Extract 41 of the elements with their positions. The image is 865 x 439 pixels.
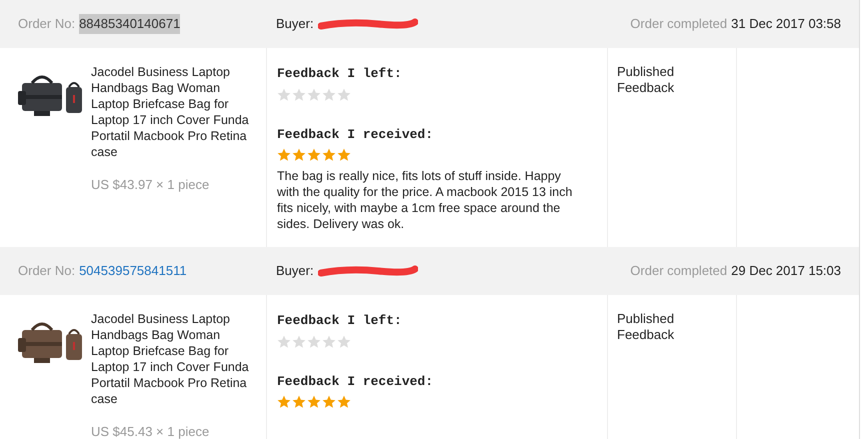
- star-icon: [307, 395, 321, 409]
- buyer-label: Buyer:: [276, 262, 314, 280]
- status-label: Order completed: [630, 15, 728, 34]
- star-icon: [322, 148, 336, 162]
- product-title[interactable]: Jacodel Business Laptop Handbags Bag Woman Laptop Briefcase Bag for Laptop 17 inch Cover Funda Portatil Macbook Pro Retina case: [91, 311, 253, 407]
- star-icon: [322, 395, 336, 409]
- order-label: Order No:: [18, 262, 76, 280]
- product-price: US $45.43 × 1 piece: [91, 423, 210, 439]
- status-label: Order completed: [630, 262, 728, 280]
- order-date: 31 Dec 2017 03:58: [731, 15, 841, 34]
- star-icon: [277, 395, 291, 409]
- feedback-comment: The bag is really nice, fits lots of stuff inside. Happy with the quality for the price. A macbook 2015 13 inch fits nicely, with maybe a 1cm free space around the sides. Delivery was ok.: [277, 168, 574, 232]
- feedback-left-heading: Feedback I left:: [277, 312, 403, 330]
- star-icon: [322, 88, 336, 102]
- feedback-received-heading: Feedback I received:: [277, 372, 434, 390]
- star-icon: [292, 395, 306, 409]
- feedback-status: Published Feedback: [617, 311, 676, 343]
- star-icon: [307, 334, 321, 348]
- star-icon: [337, 395, 351, 409]
- star-icon: [292, 148, 306, 162]
- feedback-left-heading: Feedback I left:: [277, 65, 403, 83]
- star-icon: [322, 334, 336, 348]
- feedback-received-heading: Feedback I received:: [277, 126, 434, 144]
- star-icon: [292, 88, 306, 102]
- feedback-status: Published Feedback: [617, 64, 676, 96]
- star-icon: [292, 334, 306, 348]
- product-price: US $43.97 × 1 piece: [91, 176, 210, 194]
- star-icon: [307, 88, 321, 102]
- buyer-label: Buyer:: [276, 15, 314, 34]
- star-icon: [337, 334, 351, 348]
- star-icon: [337, 88, 351, 102]
- order-label: Order No:: [18, 15, 76, 34]
- star-icon: [277, 148, 291, 162]
- star-icon: [307, 148, 321, 162]
- order-date: 29 Dec 2017 15:03: [731, 262, 841, 280]
- order-number[interactable]: 504539575841511: [79, 261, 187, 281]
- order-number: 88485340140671: [79, 14, 180, 34]
- star-icon: [337, 148, 351, 162]
- star-icon: [277, 88, 291, 102]
- product-title[interactable]: Jacodel Business Laptop Handbags Bag Woman Laptop Briefcase Bag for Laptop 17 inch Cover Funda Portatil Macbook Pro Retina case: [91, 64, 253, 160]
- star-icon: [277, 334, 291, 348]
